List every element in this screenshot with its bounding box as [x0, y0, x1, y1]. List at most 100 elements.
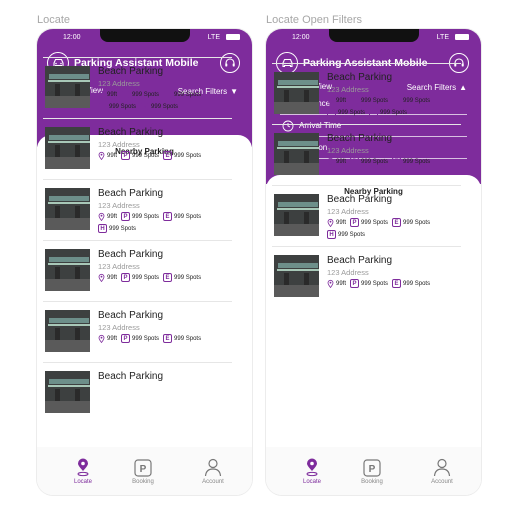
device-notch — [329, 29, 419, 42]
parking-list-item[interactable]: Beach Parking 123 Address 99ft P 999 Spots E 9… — [272, 63, 461, 124]
parking-address: 123 Address — [327, 207, 369, 216]
parking-availability: 99ft P 999 Spots E 999 Spots — [98, 334, 228, 343]
parking-spots-badge: P 999 Spots — [121, 334, 159, 343]
parking-list-item[interactable]: Beach Parking 123 Address 99ft P 999 Spots E 9… — [272, 246, 461, 307]
parking-availability: 99ft P 999 Spots E 999 Spots H 999 Spots R 999 S… — [98, 90, 228, 111]
parking-list-item[interactable]: Beach Parking 123 Address 99ft P 999 Spots E 9… — [272, 185, 461, 246]
handicap-icon: H — [98, 102, 107, 111]
parking-garage-photo — [45, 371, 90, 413]
distance-pin-icon — [327, 218, 334, 227]
parking-list-item[interactable]: Beach Parking 123 Address 99ft P 999 Spots E 9… — [43, 118, 232, 179]
parking-spots-badge: P 999 Spots — [350, 279, 388, 288]
parking-spots-value: 999 Spots — [132, 274, 160, 281]
phone-locate: 12:00 LTE Parking Assistant Mobile Map V… — [37, 29, 252, 495]
parking-name: Beach Parking — [98, 127, 164, 138]
distance-pin-icon — [98, 90, 105, 99]
frame-label: Locate Open Filters — [266, 14, 362, 26]
electric-spots-value: 999 Spots — [174, 274, 202, 281]
parking-garage-photo — [45, 188, 90, 230]
distance-pin-icon — [98, 151, 105, 160]
handicap-spots-value: 999 Spots — [109, 103, 137, 110]
parking-list-item[interactable]: Beach Parking 123 Address 99ft P 999 Spots E 9… — [43, 179, 232, 240]
parking-spots-badge: P 999 Spots — [350, 157, 388, 166]
tab-label: Booking — [132, 479, 154, 485]
parking-spots-value: 999 Spots — [132, 152, 160, 159]
electric-spots-value: 999 Spots — [403, 158, 431, 165]
electric-spots-badge: E 999 Spots — [163, 151, 201, 160]
distance-pin-icon — [98, 212, 105, 221]
handicap-icon: H — [98, 224, 107, 233]
phone-locate-open-filters: 12:00 LTE Parking Assistant Mobile Map V… — [266, 29, 481, 495]
status-bar: 12:00 LTE — [37, 29, 252, 45]
distance-value: 99ft — [107, 335, 118, 342]
battery-icon — [226, 34, 240, 40]
reserved-icon: R — [369, 108, 379, 117]
tab-locate[interactable]: Locate — [290, 457, 334, 485]
parking-name: Beach Parking — [327, 72, 393, 83]
parking-sign-icon: P — [121, 334, 131, 343]
parking-spots-badge: P 999 Spots — [121, 212, 159, 221]
parking-garage-photo — [274, 72, 319, 114]
electric-charging-icon: E — [163, 90, 173, 99]
distance-value: 99ft — [336, 97, 347, 104]
handicap-icon: H — [327, 108, 336, 117]
parking-list-item[interactable]: Beach Parking 123 Address 99ft P 999 Spots E 9… — [272, 124, 461, 185]
parking-list: Beach Parking 123 Address 99ft P 999 Spots E 9… — [272, 63, 461, 307]
parking-sign-icon: P — [350, 157, 360, 166]
parking-address: 123 Address — [327, 85, 369, 94]
distance-value: 99ft — [107, 91, 118, 98]
distance-pin-icon — [327, 279, 334, 288]
parking-sign-icon: P — [121, 90, 131, 99]
parking-spots-value: 999 Spots — [361, 280, 389, 287]
electric-charging-icon: E — [163, 334, 173, 343]
electric-spots-badge: E 999 Spots — [392, 96, 430, 105]
status-network: LTE — [436, 34, 449, 41]
reserved-spots-badge: R 999 Spots — [140, 102, 178, 111]
parking-garage-photo — [45, 66, 90, 108]
parking-sign-icon: P — [121, 212, 131, 221]
parking-name: Beach Parking — [327, 194, 393, 205]
user-icon — [420, 457, 464, 477]
distance-badge: 99ft — [98, 90, 117, 99]
parking-list-item[interactable]: Beach Parking 123 Address 99ft P 999 Spots E 9… — [43, 301, 232, 362]
tab-locate[interactable]: Locate — [61, 457, 105, 485]
svg-text:P: P — [140, 464, 147, 475]
tab-account[interactable]: Account — [191, 457, 235, 485]
distance-value: 99ft — [336, 280, 347, 287]
distance-badge: 99ft — [98, 334, 117, 343]
parking-garage-photo — [274, 194, 319, 236]
parking-spots-value: 999 Spots — [361, 219, 389, 226]
handicap-spots-value: 999 Spots — [109, 225, 137, 232]
parking-list-item[interactable]: Beach Parking — [43, 362, 232, 423]
parking-spots-badge: P 999 Spots — [121, 151, 159, 160]
svg-text:P: P — [369, 464, 376, 475]
parking-spots-value: 999 Spots — [361, 97, 389, 104]
parking-name: Beach Parking — [98, 310, 164, 321]
handicap-spots-badge: H 999 Spots — [327, 230, 365, 239]
status-time: 12:00 — [63, 34, 81, 41]
tab-account[interactable]: Account — [420, 457, 464, 485]
handicap-icon: H — [327, 230, 336, 239]
electric-spots-value: 999 Spots — [403, 219, 431, 226]
electric-spots-badge: E 999 Spots — [163, 273, 201, 282]
distance-badge: 99ft — [98, 273, 117, 282]
electric-spots-value: 999 Spots — [174, 152, 202, 159]
list-fade — [37, 417, 252, 447]
reserved-spots-value: 999 Spots — [151, 103, 179, 110]
parking-availability: 99ft P 999 Spots E 999 Spots — [98, 151, 228, 160]
parking-list-item[interactable]: Beach Parking 123 Address 99ft P 999 Spots E 9… — [43, 240, 232, 301]
distance-badge: 99ft — [327, 218, 346, 227]
parking-name: Beach Parking — [98, 66, 164, 77]
parking-sign-icon: P — [350, 96, 360, 105]
parking-availability: 99ft P 999 Spots E 999 Spots — [98, 273, 228, 282]
distance-value: 99ft — [336, 219, 347, 226]
parking-list: Beach Parking 123 Address 99ft P 999 Spots E 9… — [43, 57, 232, 423]
parking-spots-value: 999 Spots — [132, 91, 160, 98]
electric-spots-value: 999 Spots — [174, 213, 202, 220]
tab-booking[interactable]: P Booking — [350, 457, 394, 485]
distance-badge: 99ft — [327, 279, 346, 288]
tab-booking[interactable]: P Booking — [121, 457, 165, 485]
parking-list-item[interactable]: Beach Parking 123 Address 99ft P 999 Spots E 9… — [43, 57, 232, 118]
location-pin-icon — [61, 457, 105, 477]
tab-label: Locate — [73, 479, 92, 485]
